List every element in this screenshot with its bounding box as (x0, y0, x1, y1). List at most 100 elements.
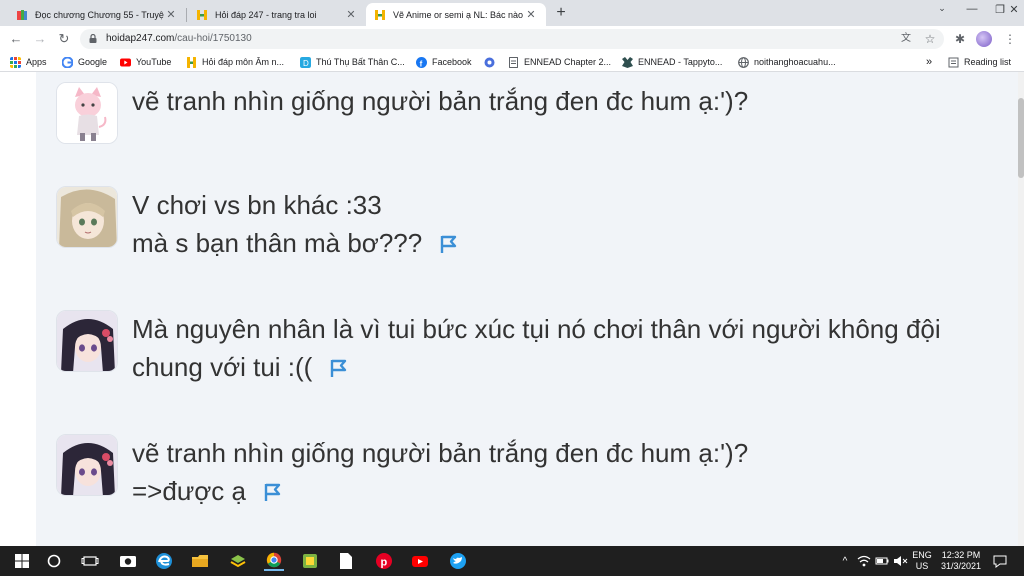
bookmark-facebook[interactable]: f Facebook (416, 55, 472, 69)
back-arrow-icon[interactable]: ← (8, 31, 24, 47)
twitter-icon[interactable] (448, 551, 468, 571)
language-indicator[interactable]: ENG US (908, 546, 936, 576)
file-explorer-icon[interactable] (190, 551, 210, 571)
close-tab-icon[interactable]: ✕ (524, 8, 538, 21)
hoidap-logo-icon (375, 9, 385, 20)
anime-girl-avatar[interactable] (56, 186, 118, 248)
reading-list-button[interactable]: Reading list (948, 55, 1011, 69)
comment-text: vẽ tranh nhìn giống người bản trắng đen … (132, 434, 1024, 510)
tab-hoidap-traloi[interactable]: Hỏi đáp 247 - trang tra loi ✕ (188, 3, 366, 26)
comment-text: Mà nguyên nhân là vì tui bức xúc tụi nó … (132, 310, 1024, 386)
bookmark-hoidap-am-nhac[interactable]: Hỏi đáp môn Âm n... (186, 55, 284, 69)
chrome-icon[interactable] (264, 551, 284, 571)
comment-line: vẽ tranh nhìn giống người bản trắng đen … (132, 438, 749, 468)
bookmark-label: Hỏi đáp môn Âm n... (202, 57, 285, 67)
comment-line: mà s bạn thân mà bơ??? (132, 228, 423, 258)
anime-dark-hair-avatar[interactable] (56, 434, 118, 496)
wifi-icon[interactable] (856, 553, 872, 569)
anime-dark-hair-avatar[interactable] (56, 310, 118, 372)
search-circle-icon[interactable] (44, 551, 64, 571)
bookmarks-bar: Apps Google YouTube Hỏi đáp môn Âm n... … (0, 52, 1024, 72)
url-path: /cau-hoi/1750130 (174, 33, 252, 44)
comment-line-with-flag: chung với tui :(( (132, 348, 1024, 386)
bookmark-label: Facebook (432, 57, 472, 67)
bookmark-extension[interactable] (484, 55, 500, 69)
close-tab-icon[interactable]: ✕ (164, 8, 178, 21)
chevron-down-icon[interactable]: ⌄ (928, 3, 956, 14)
pink-cat-avatar[interactable] (56, 82, 118, 144)
browser-toolbar: ← → ↻ hoidap247.com/cau-hoi/1750130 文 ☆ … (0, 26, 1024, 52)
report-flag-icon[interactable] (328, 358, 348, 378)
close-window-button[interactable]: ✕ (1004, 3, 1024, 16)
comment-line: =>được ạ (132, 476, 246, 506)
pinterest-icon[interactable]: p (374, 551, 394, 571)
globe-icon (738, 56, 749, 68)
profile-avatar-icon[interactable] (976, 31, 992, 47)
windows-start-icon[interactable] (12, 551, 32, 571)
notification-center-icon[interactable] (992, 553, 1008, 569)
bookmark-label: ENNEAD - Tappyto... (638, 57, 723, 67)
reading-list-label: Reading list (964, 57, 1012, 67)
camera-icon[interactable] (118, 551, 138, 571)
star-bookmark-icon[interactable]: ☆ (922, 31, 938, 47)
reload-icon[interactable]: ↻ (56, 31, 72, 47)
tab-ve-anime[interactable]: Vẽ Anime or semi ạ NL: Bác nào t ✕ (366, 3, 546, 26)
task-view-icon[interactable] (80, 551, 100, 571)
blank-document-icon[interactable] (336, 551, 356, 571)
bluestacks-icon[interactable] (228, 551, 248, 571)
forward-arrow-icon[interactable]: → (32, 31, 48, 47)
comment-line-with-flag: mà s bạn thân mà bơ??? (132, 224, 1024, 262)
extensions-puzzle-icon[interactable]: ✱ (952, 31, 968, 47)
tab-doc-chuong[interactable]: Đọc chương Chương 55 - Truyện ✕ (8, 3, 186, 26)
bookmark-label: noithanghoacuahu... (754, 57, 836, 67)
avatar-image (57, 311, 117, 371)
region-code: US (915, 561, 929, 571)
tray-expand-chevron-icon[interactable]: ^ (838, 546, 852, 576)
google-icon (62, 56, 73, 68)
bookmark-thu-thu[interactable]: D Thú Thụ Bất Thân C... (300, 55, 405, 69)
bookmark-noithang[interactable]: noithanghoacuahu... (738, 55, 836, 69)
minimize-button[interactable]: — (958, 3, 986, 15)
edge-browser-icon[interactable] (154, 551, 174, 571)
bookmark-ennead-chapter[interactable]: ENNEAD Chapter 2... (508, 55, 611, 69)
facebook-icon: f (416, 56, 427, 68)
comment-line: chung với tui :(( (132, 352, 313, 382)
avatar-image (57, 435, 117, 495)
close-tab-icon[interactable]: ✕ (344, 8, 358, 21)
scrollbar-thumb[interactable] (1018, 98, 1024, 178)
windows-taskbar: p ^ ENG US 12:32 PM 31/3/2021 (0, 546, 1024, 576)
bookmark-youtube[interactable]: YouTube (120, 55, 171, 69)
hoidap-logo-icon (197, 9, 207, 20)
clock[interactable]: 12:32 PM 31/3/2021 (936, 546, 986, 576)
book-icon (17, 9, 27, 20)
extension-icon (484, 57, 495, 67)
address-bar[interactable]: hoidap247.com/cau-hoi/1750130 文 ☆ (80, 29, 944, 49)
new-tab-button[interactable]: + (552, 4, 570, 22)
svg-text:p: p (381, 557, 388, 569)
bookmark-ennead-tappytoon[interactable]: ENNEAD - Tappyto... (622, 55, 722, 69)
bookmark-label: Apps (26, 57, 47, 67)
battery-icon[interactable] (874, 553, 890, 569)
url-text[interactable]: hoidap247.com/cau-hoi/1750130 (106, 33, 252, 44)
translate-icon[interactable]: 文 (898, 31, 914, 47)
report-flag-icon[interactable] (438, 234, 458, 254)
tab-title: Hỏi đáp 247 - trang tra loi (215, 9, 317, 20)
bookmark-apps[interactable]: Apps (10, 55, 47, 69)
bookmark-label: ENNEAD Chapter 2... (524, 57, 612, 67)
hoidap-logo-icon (187, 56, 196, 68)
page-scrollbar[interactable] (1018, 72, 1024, 546)
comment-text: vẽ tranh nhìn giống người bản trắng đen … (132, 82, 1024, 120)
page-icon (509, 56, 518, 68)
lock-icon (89, 34, 97, 43)
bookmark-google[interactable]: Google (62, 55, 107, 69)
bookmark-label: YouTube (136, 57, 172, 67)
comment-line-with-flag: =>được ạ (132, 472, 1024, 510)
report-flag-icon[interactable] (262, 482, 282, 502)
menu-kebab-icon[interactable]: ⋮ (1002, 31, 1018, 47)
d-logo-icon: D (300, 56, 311, 68)
avatar-image (57, 83, 117, 143)
sticky-app-icon[interactable] (300, 551, 320, 571)
volume-muted-icon[interactable] (892, 553, 908, 569)
bookmarks-overflow-button[interactable]: » (926, 55, 932, 69)
youtube-icon[interactable] (410, 551, 430, 571)
